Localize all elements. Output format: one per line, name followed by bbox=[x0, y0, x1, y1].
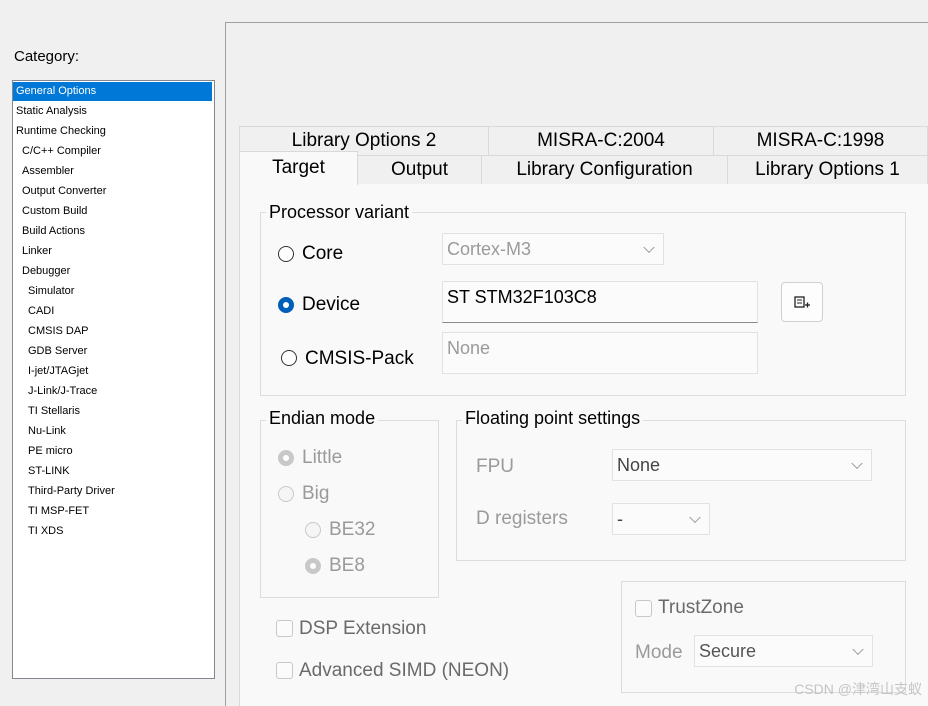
category-item[interactable]: Simulator bbox=[13, 282, 74, 301]
category-item[interactable]: Build Actions bbox=[13, 222, 85, 241]
category-item[interactable]: J-Link/J-Trace bbox=[13, 382, 97, 401]
device-select-icon bbox=[794, 296, 810, 308]
device-value: ST STM32F103C8 bbox=[447, 287, 597, 307]
fpu-label: FPU bbox=[476, 456, 514, 477]
cmsis-pack-value: None bbox=[447, 338, 491, 358]
core-select[interactable]: Cortex-M3 bbox=[442, 233, 664, 265]
category-item[interactable]: Runtime Checking bbox=[13, 122, 106, 141]
category-item[interactable]: CADI bbox=[13, 302, 54, 321]
device-radio[interactable] bbox=[278, 297, 294, 313]
d-registers-label: D registers bbox=[476, 508, 568, 529]
d-registers-select[interactable]: - bbox=[612, 503, 710, 535]
cmsis-pack-field[interactable]: None bbox=[442, 332, 758, 374]
trustzone-checkbox[interactable] bbox=[635, 600, 652, 617]
fpu-select[interactable]: None bbox=[612, 449, 872, 481]
trustzone-mode-value: Secure bbox=[699, 641, 757, 661]
cmsis-pack-label: CMSIS-Pack bbox=[305, 348, 414, 369]
chevron-down-icon bbox=[689, 511, 701, 524]
trustzone-label: TrustZone bbox=[658, 597, 744, 618]
category-item[interactable]: Third-Party Driver bbox=[13, 482, 115, 501]
dsp-extension-label: DSP Extension bbox=[299, 618, 427, 639]
dsp-extension-checkbox[interactable] bbox=[276, 620, 293, 637]
category-item[interactable]: Linker bbox=[13, 242, 52, 261]
category-item[interactable]: Debugger bbox=[13, 262, 70, 281]
category-item[interactable]: TI XDS bbox=[13, 522, 63, 541]
category-item[interactable]: Output Converter bbox=[13, 182, 106, 201]
trustzone-mode-label: Mode bbox=[635, 642, 683, 663]
category-item[interactable]: Static Analysis bbox=[13, 102, 87, 121]
tab-library-options-1[interactable]: Library Options 1 bbox=[727, 155, 928, 184]
category-item[interactable]: Custom Build bbox=[13, 202, 87, 221]
category-item[interactable]: General Options bbox=[13, 82, 212, 101]
big-label: Big bbox=[302, 483, 330, 504]
category-item[interactable]: CMSIS DAP bbox=[13, 322, 89, 341]
little-label: Little bbox=[302, 447, 343, 468]
category-item[interactable]: C/C++ Compiler bbox=[13, 142, 101, 161]
chevron-down-icon bbox=[852, 643, 864, 656]
tab-target[interactable]: Target bbox=[239, 151, 358, 185]
core-select-value: Cortex-M3 bbox=[447, 239, 532, 259]
be8-label: BE8 bbox=[329, 555, 365, 576]
category-item[interactable]: GDB Server bbox=[13, 342, 87, 361]
cmsis-pack-radio[interactable] bbox=[281, 350, 297, 366]
core-radio[interactable] bbox=[278, 246, 294, 262]
big-radio[interactable] bbox=[278, 486, 294, 502]
d-registers-select-value: - bbox=[617, 509, 623, 529]
device-field[interactable]: ST STM32F103C8 bbox=[442, 281, 758, 323]
trustzone-mode-select[interactable]: Secure bbox=[694, 635, 873, 667]
select-device-button[interactable] bbox=[781, 282, 823, 322]
chevron-down-icon bbox=[643, 241, 655, 254]
category-item[interactable]: I-jet/JTAGjet bbox=[13, 362, 88, 381]
category-item[interactable]: Nu-Link bbox=[13, 422, 66, 441]
category-item[interactable]: TI MSP-FET bbox=[13, 502, 89, 521]
category-item[interactable]: ST-LINK bbox=[13, 462, 70, 481]
category-list[interactable]: General Options Static Analysis Runtime Ch… bbox=[12, 80, 215, 679]
be32-label: BE32 bbox=[329, 519, 376, 540]
watermark: CSDN @津湾山支蚁 bbox=[794, 681, 922, 697]
tab-library-configuration[interactable]: Library Configuration bbox=[481, 155, 728, 184]
category-label: Category: bbox=[14, 48, 80, 65]
tab-misra-c-2004[interactable]: MISRA-C:2004 bbox=[488, 126, 714, 155]
tab-output[interactable]: Output bbox=[357, 155, 482, 184]
core-label: Core bbox=[302, 243, 344, 264]
neon-checkbox[interactable] bbox=[276, 662, 293, 679]
neon-label: Advanced SIMD (NEON) bbox=[299, 660, 510, 681]
chevron-down-icon bbox=[851, 457, 863, 470]
category-item[interactable]: TI Stellaris bbox=[13, 402, 80, 421]
processor-variant-title: Processor variant bbox=[266, 202, 413, 223]
be8-radio[interactable] bbox=[305, 558, 321, 574]
category-item[interactable]: PE micro bbox=[13, 442, 73, 461]
be32-radio[interactable] bbox=[305, 522, 321, 538]
endian-mode-title: Endian mode bbox=[266, 408, 379, 429]
floating-point-title: Floating point settings bbox=[462, 408, 644, 429]
floating-point-group bbox=[456, 420, 906, 561]
category-item[interactable]: Assembler bbox=[13, 162, 74, 181]
little-radio[interactable] bbox=[278, 450, 294, 466]
fpu-select-value: None bbox=[617, 455, 661, 475]
tab-misra-c-1998[interactable]: MISRA-C:1998 bbox=[713, 126, 928, 155]
device-label: Device bbox=[302, 294, 361, 315]
